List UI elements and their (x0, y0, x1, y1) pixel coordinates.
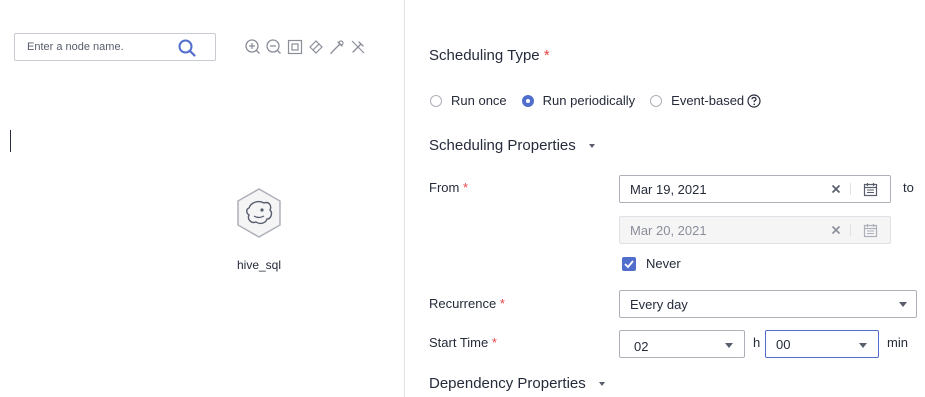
search-icon[interactable] (177, 38, 197, 58)
fit-screen-icon[interactable] (286, 38, 304, 56)
dependency-properties-title: Dependency Properties (429, 375, 586, 392)
node-label[interactable]: hive_sql (218, 258, 300, 272)
delete-link-icon[interactable] (349, 38, 367, 56)
calendar-icon[interactable] (863, 182, 878, 197)
to-label: to (903, 180, 914, 195)
clear-icon (831, 225, 841, 235)
edit-link-icon[interactable] (328, 38, 346, 56)
start-time-label-wrap: Start Time * (429, 335, 497, 350)
required-mark: * (499, 296, 505, 311)
never-label[interactable]: Never (646, 256, 681, 271)
hour-unit: h (753, 335, 761, 350)
required-mark: * (462, 180, 469, 195)
field-separator (850, 183, 851, 195)
recurrence-label-wrap: Recurrence * (429, 296, 505, 311)
never-checkbox[interactable] (622, 256, 636, 271)
scheduling-properties-toggle[interactable]: Scheduling Properties (429, 137, 595, 154)
radio-event-based[interactable] (650, 94, 663, 107)
text-cursor (10, 130, 11, 152)
zoom-out-icon[interactable] (265, 38, 283, 56)
field-separator (850, 224, 851, 236)
caret-down-icon (588, 144, 595, 149)
node-search-box[interactable] (14, 33, 216, 61)
minute-unit: min (887, 335, 908, 350)
zoom-in-icon[interactable] (244, 38, 262, 56)
required-mark: * (543, 47, 550, 64)
chevron-down-icon (725, 343, 733, 348)
scheduling-type-heading: Scheduling Type * (429, 47, 550, 64)
from-date-picker[interactable]: Mar 19, 2021 (619, 175, 891, 203)
scheduling-properties-title: Scheduling Properties (429, 137, 576, 154)
from-label-wrap: From * (429, 180, 468, 195)
to-date-picker[interactable]: Mar 20, 2021 (619, 216, 891, 244)
scheduling-type-radio-group: Run once Run periodically Event-based (430, 93, 761, 108)
chevron-down-icon (859, 343, 867, 348)
start-time-label: Start Time (429, 335, 489, 350)
dependency-properties-toggle[interactable]: Dependency Properties (429, 375, 605, 392)
radio-event-based-label[interactable]: Event-based (671, 93, 744, 108)
from-date-value: Mar 19, 2021 (630, 182, 707, 197)
hive-node-icon[interactable] (232, 186, 286, 240)
hour-value: 02 (634, 339, 649, 354)
caret-down-icon (598, 382, 605, 387)
panel-divider[interactable] (404, 0, 405, 397)
help-icon[interactable] (747, 93, 761, 108)
never-checkbox-row[interactable]: Never (622, 256, 681, 271)
minute-select[interactable]: 00 (765, 330, 879, 358)
recurrence-value: Every day (630, 297, 688, 312)
radio-run-once-label[interactable]: Run once (451, 93, 507, 108)
required-mark: * (491, 335, 497, 350)
clear-icon[interactable] (831, 184, 841, 194)
hour-select[interactable]: 02 (619, 330, 745, 358)
from-label: From (429, 180, 460, 195)
recurrence-select[interactable]: Every day (619, 290, 917, 318)
to-date-value: Mar 20, 2021 (630, 223, 707, 238)
expand-icon[interactable] (307, 38, 325, 56)
radio-run-periodically[interactable] (521, 94, 534, 107)
radio-run-once[interactable] (430, 94, 442, 107)
recurrence-label: Recurrence (429, 296, 497, 311)
scheduling-type-title: Scheduling Type (429, 47, 540, 64)
calendar-icon (863, 224, 878, 238)
minute-value: 00 (776, 337, 791, 352)
node-search-input[interactable] (15, 34, 187, 60)
chevron-down-icon (899, 302, 907, 307)
radio-run-periodically-label[interactable]: Run periodically (543, 93, 636, 108)
